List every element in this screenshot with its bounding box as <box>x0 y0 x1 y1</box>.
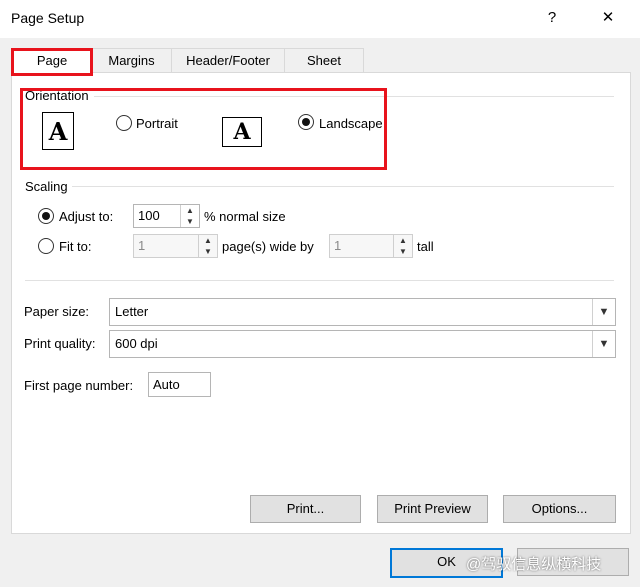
paper-size-label: Paper size: <box>24 304 90 319</box>
watermark-text: @驾驭信息纵横科技 <box>466 556 602 573</box>
tab-page-highlight <box>11 48 93 76</box>
fit-label[interactable]: Fit to: <box>59 239 92 254</box>
portrait-label[interactable]: Portrait <box>136 116 178 131</box>
fit-wide-spin-buttons[interactable]: ▲ ▼ <box>198 235 217 257</box>
fit-tall-value: 1 <box>334 238 342 253</box>
first-page-number-input[interactable]: Auto <box>148 372 211 397</box>
spin-down-icon[interactable]: ▼ <box>199 246 217 257</box>
portrait-page-icon: A <box>42 112 74 150</box>
tab-header-footer[interactable]: Header/Footer <box>171 48 285 73</box>
scaling-separator <box>72 186 614 187</box>
fit-wide-value: 1 <box>138 238 146 253</box>
print-button[interactable]: Print... <box>250 495 361 523</box>
spin-up-icon[interactable]: ▲ <box>394 235 412 246</box>
print-quality-select[interactable]: 600 dpi ▼ <box>109 330 616 358</box>
adjust-label[interactable]: Adjust to: <box>59 209 113 224</box>
tab-margins[interactable]: Margins <box>91 48 172 73</box>
landscape-label[interactable]: Landscape <box>319 116 383 131</box>
first-page-number-value: Auto <box>153 377 180 392</box>
adjust-spinner[interactable]: 100 ▲ ▼ <box>133 204 200 228</box>
window-title: Page Setup <box>11 10 85 26</box>
fit-wide-suffix: page(s) wide by <box>222 239 314 254</box>
fit-wide-spinner[interactable]: 1 ▲ ▼ <box>133 234 218 258</box>
portrait-radio[interactable] <box>116 115 132 131</box>
tab-sheet[interactable]: Sheet <box>284 48 364 73</box>
spin-down-icon[interactable]: ▼ <box>181 216 199 227</box>
landscape-radio[interactable] <box>298 114 314 130</box>
fit-tall-spinner[interactable]: 1 ▲ ▼ <box>329 234 413 258</box>
fit-tall-spin-buttons[interactable]: ▲ ▼ <box>393 235 412 257</box>
scaling-bottom-separator <box>25 280 614 281</box>
chevron-down-icon[interactable]: ▼ <box>592 299 615 325</box>
paper-size-value: Letter <box>115 304 149 319</box>
spin-down-icon[interactable]: ▼ <box>394 246 412 257</box>
fit-radio[interactable] <box>38 238 54 254</box>
paper-size-select[interactable]: Letter ▼ <box>109 298 616 326</box>
print-quality-label: Print quality: <box>24 336 96 351</box>
scaling-label: Scaling <box>25 179 68 194</box>
adjust-spin-buttons[interactable]: ▲ ▼ <box>180 205 199 227</box>
adjust-suffix: % normal size <box>204 209 286 224</box>
print-quality-value: 600 dpi <box>115 336 158 351</box>
adjust-radio[interactable] <box>38 208 54 224</box>
first-page-number-label: First page number: <box>24 378 134 393</box>
landscape-page-icon: A <box>222 117 262 147</box>
print-preview-button[interactable]: Print Preview <box>377 495 488 523</box>
spin-up-icon[interactable]: ▲ <box>181 205 199 216</box>
adjust-value: 100 <box>138 208 160 223</box>
spin-up-icon[interactable]: ▲ <box>199 235 217 246</box>
fit-tall-suffix: tall <box>417 239 434 254</box>
help-button[interactable]: ? <box>542 8 562 28</box>
close-button[interactable]: ✕ <box>598 8 618 28</box>
chevron-down-icon[interactable]: ▼ <box>592 331 615 357</box>
options-button[interactable]: Options... <box>503 495 616 523</box>
